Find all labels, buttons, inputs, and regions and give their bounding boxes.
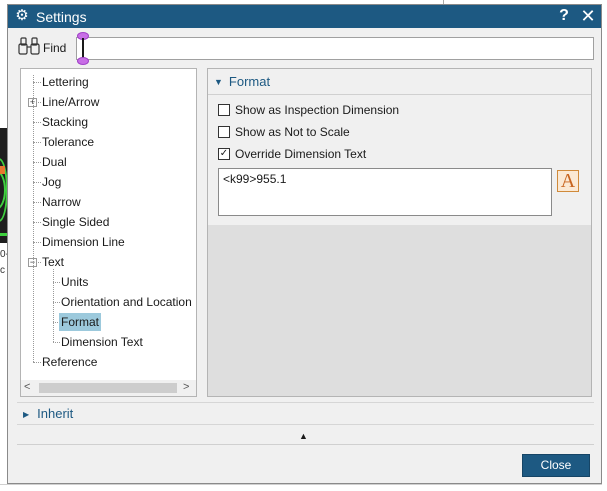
scroll-right-icon[interactable]: > bbox=[183, 381, 189, 393]
tree-item[interactable]: Dimension Line bbox=[40, 233, 127, 251]
tree-item[interactable]: Dimension Text bbox=[59, 333, 145, 351]
binoculars-icon bbox=[18, 37, 40, 55]
tree-item-label: Dimension Line bbox=[42, 235, 125, 249]
font-style-button[interactable]: A bbox=[557, 170, 579, 192]
tree-item-label: Reference bbox=[42, 355, 98, 369]
tree-item[interactable]: Line/Arrow bbox=[40, 93, 101, 111]
help-button[interactable]: ? bbox=[556, 6, 572, 26]
checkbox-label: Override Dimension Text bbox=[235, 147, 367, 161]
checkbox-label: Show as Not to Scale bbox=[235, 125, 350, 139]
dialog-title: Settings bbox=[36, 9, 87, 25]
settings-tree: Lettering + Line/Arrow Stacking Tolerance Dua… bbox=[20, 68, 197, 397]
tree-item-label: Line/Arrow bbox=[42, 95, 100, 109]
checkbox[interactable]: ✓ bbox=[218, 148, 230, 160]
tree-item-label: Single Sided bbox=[42, 215, 110, 229]
tree-connector bbox=[33, 75, 34, 362]
tree-item-label: Tolerance bbox=[42, 135, 95, 149]
tree-item[interactable]: Format bbox=[59, 313, 102, 331]
tree-item-label: Lettering bbox=[42, 75, 89, 89]
background-app bbox=[0, 484, 607, 491]
scrollbar-thumb[interactable] bbox=[39, 383, 177, 393]
settings-dialog: ⚙ Settings ? ✕ Find Lettering + Line/Arrow… bbox=[7, 4, 602, 484]
checkbox[interactable] bbox=[218, 104, 230, 116]
gear-icon: ⚙ bbox=[15, 7, 29, 24]
settings-detail-panel: ▼ Format Show as Inspection Dimension Sho… bbox=[207, 68, 592, 397]
format-section-header[interactable]: ▼ Format bbox=[214, 73, 270, 91]
tree-item-label: Jog bbox=[42, 175, 62, 189]
title-bar[interactable]: ⚙ Settings ? ✕ bbox=[8, 5, 601, 28]
find-input[interactable] bbox=[76, 37, 594, 60]
divider bbox=[208, 94, 591, 95]
tree-item[interactable]: Reference bbox=[40, 353, 99, 371]
format-section: ▼ Format Show as Inspection Dimension Sho… bbox=[208, 69, 591, 225]
inherit-section-header[interactable]: ▶ Inherit bbox=[17, 402, 594, 425]
tree-item[interactable]: Orientation and Location bbox=[59, 293, 194, 311]
tree-item-label: Narrow bbox=[42, 195, 81, 209]
tree-item-label: Format bbox=[59, 313, 102, 331]
scroll-left-icon[interactable]: < bbox=[24, 381, 30, 393]
close-icon[interactable]: ✕ bbox=[579, 6, 597, 26]
inherit-label: Inherit bbox=[37, 406, 74, 421]
text-cursor-handle[interactable] bbox=[77, 57, 89, 65]
tree-item-label: Stacking bbox=[42, 115, 89, 129]
override-text-field[interactable] bbox=[218, 168, 552, 216]
tree-item[interactable]: Units bbox=[59, 273, 90, 291]
tree-item[interactable]: Single Sided bbox=[40, 213, 111, 231]
checkbox[interactable] bbox=[218, 126, 230, 138]
tree-item-label: Dimension Text bbox=[61, 335, 143, 349]
expand-triangle-icon: ▶ bbox=[23, 410, 30, 419]
text-cursor bbox=[82, 38, 84, 59]
collapse-up-icon[interactable]: ▲ bbox=[299, 431, 308, 441]
tree-item-label: Units bbox=[61, 275, 89, 289]
find-row: Find bbox=[8, 31, 601, 65]
tree-item-label: Dual bbox=[42, 155, 67, 169]
checkbox-label: Show as Inspection Dimension bbox=[235, 103, 400, 117]
divider bbox=[17, 444, 594, 445]
tree-item[interactable]: Jog bbox=[40, 173, 63, 191]
tree-item[interactable]: Lettering bbox=[40, 73, 91, 91]
close-button[interactable]: Close bbox=[522, 454, 590, 477]
tree-item-label: Orientation and Location bbox=[61, 295, 192, 309]
tree-item[interactable]: Tolerance bbox=[40, 133, 96, 151]
collapse-triangle-icon: ▼ bbox=[214, 77, 223, 87]
horizontal-scrollbar[interactable]: < > bbox=[21, 380, 196, 396]
background-app bbox=[602, 0, 607, 491]
tree-item[interactable]: Narrow bbox=[40, 193, 83, 211]
background-graphic bbox=[0, 166, 5, 174]
format-section-title: Format bbox=[228, 74, 271, 89]
tree-connector bbox=[53, 269, 54, 342]
background-text: c bbox=[0, 265, 5, 276]
find-label: Find bbox=[43, 41, 67, 55]
tree-item[interactable]: Dual bbox=[40, 153, 69, 171]
tree-item[interactable]: Stacking bbox=[40, 113, 90, 131]
